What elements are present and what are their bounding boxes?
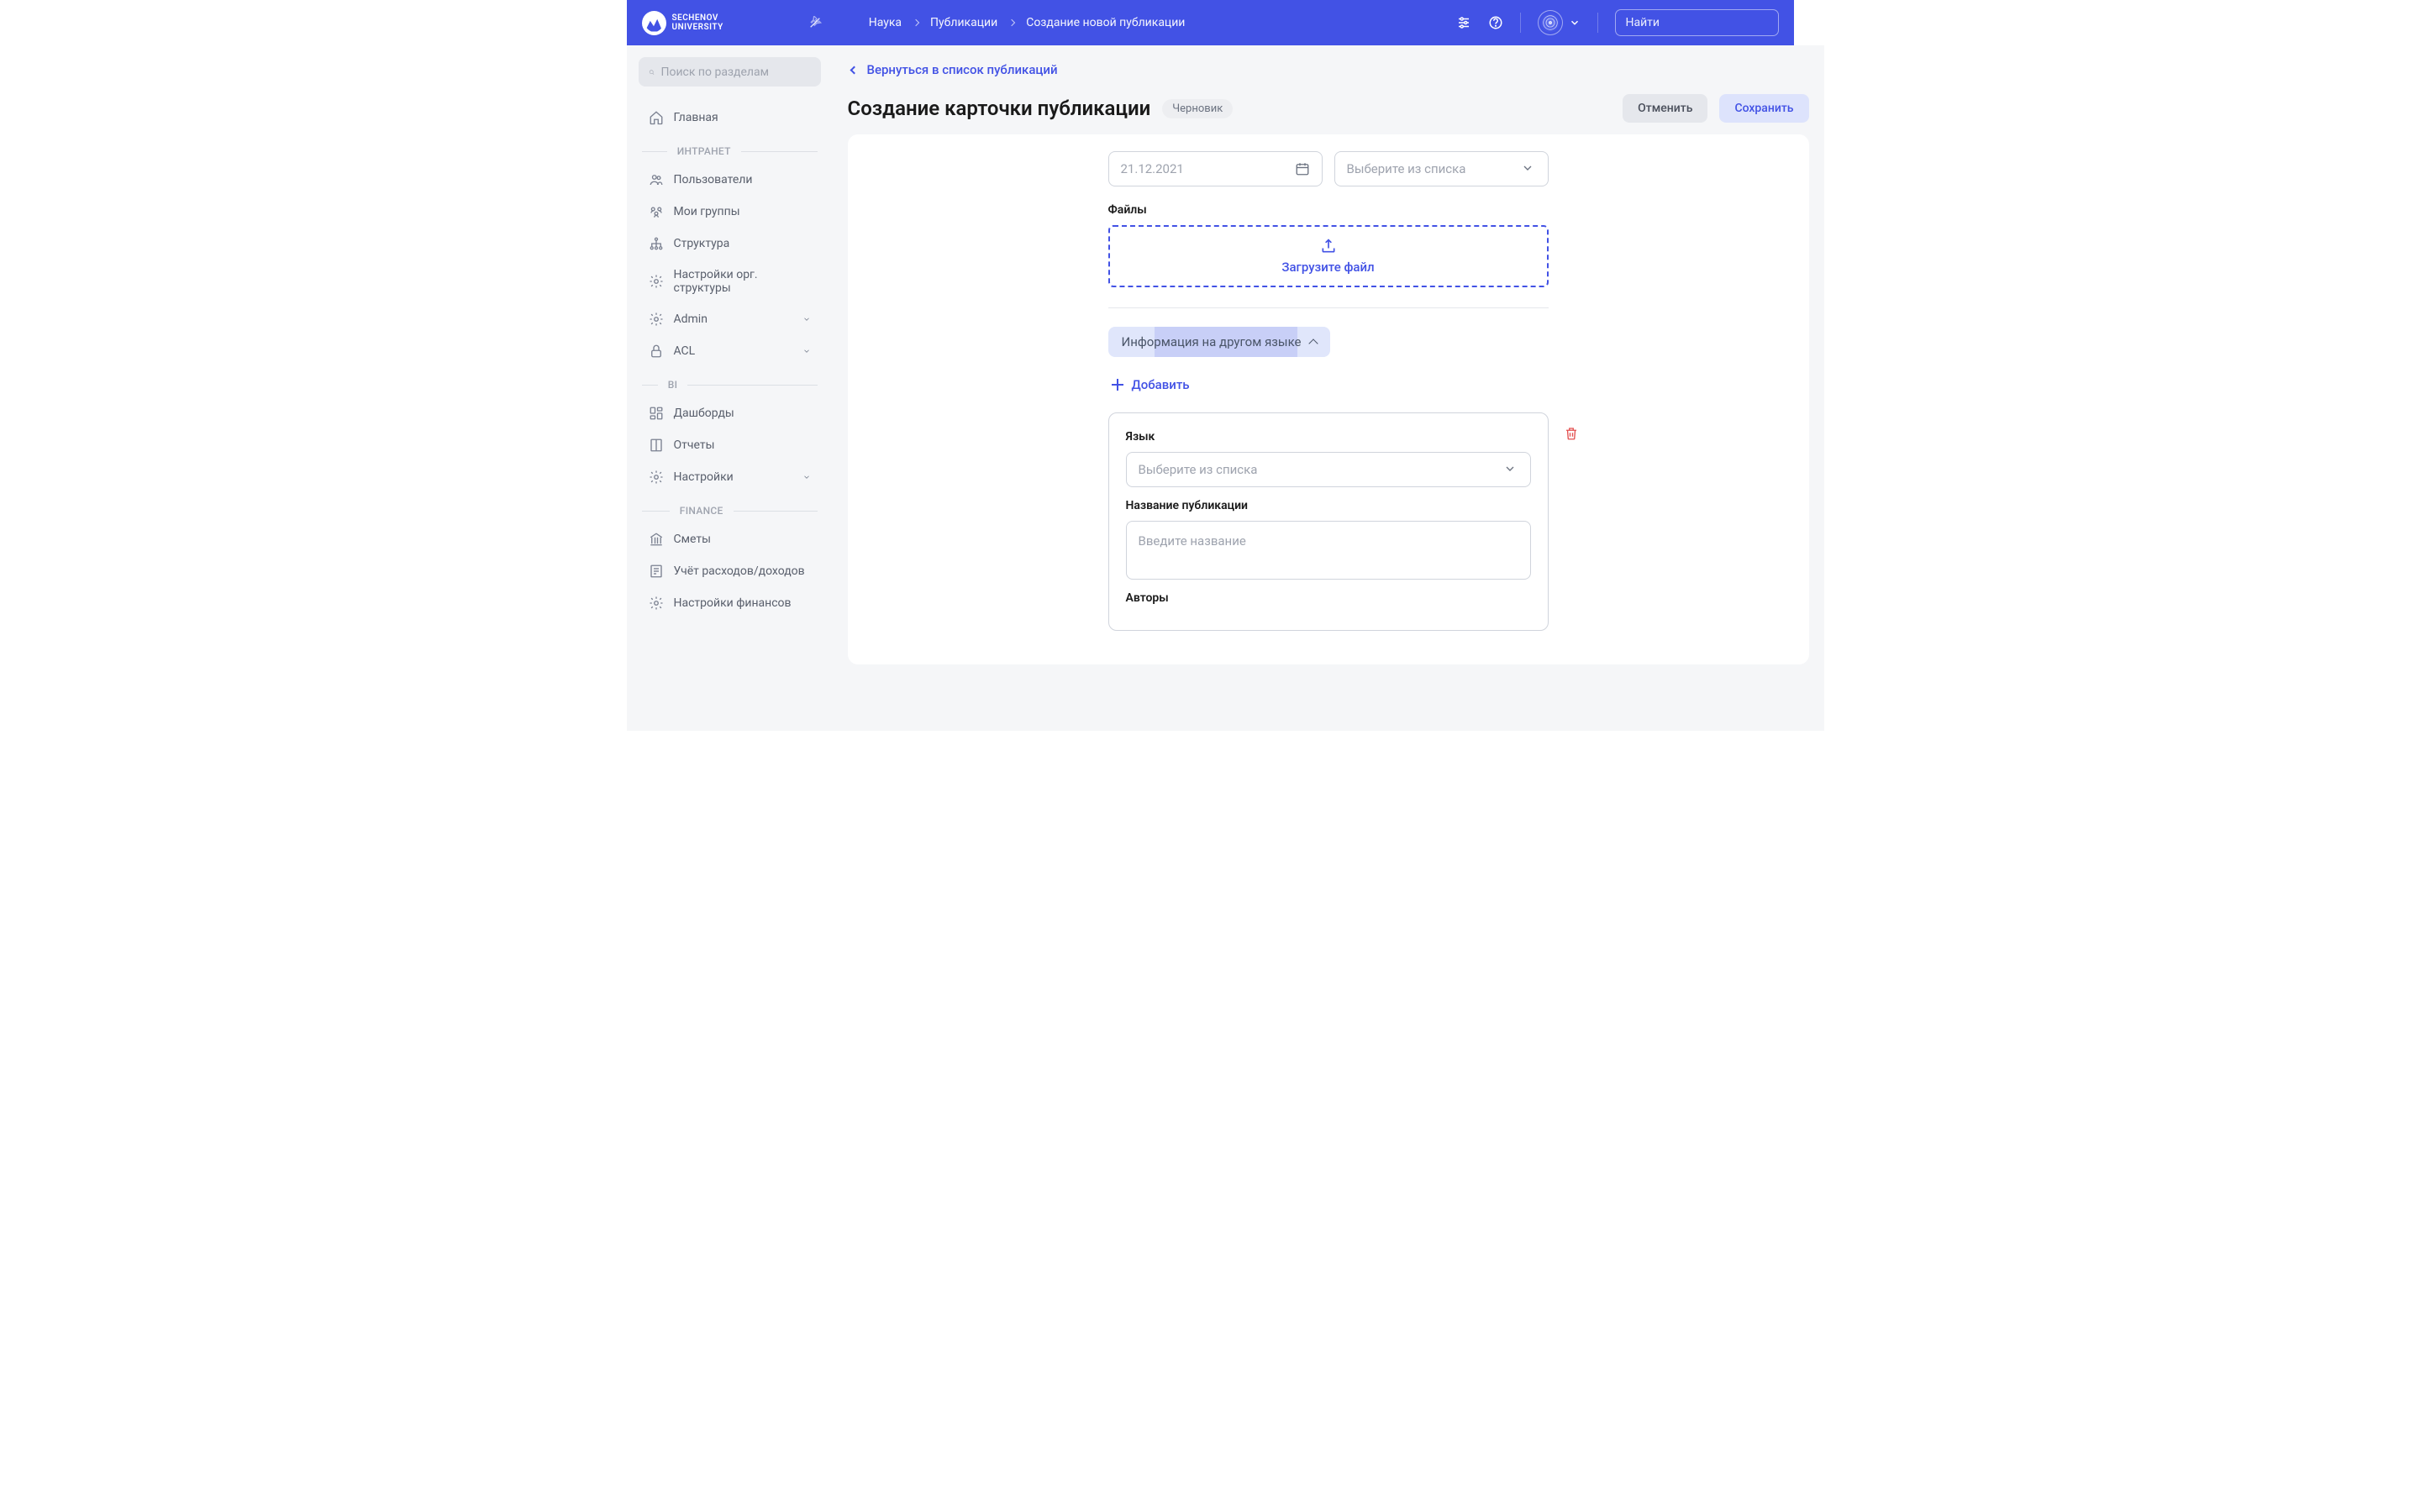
pub-name-label: Название публикации	[1126, 499, 1531, 512]
file-upload-dropzone[interactable]: Загрузите файл	[1108, 225, 1549, 287]
nav-my-groups[interactable]: Мои группы	[639, 196, 821, 228]
delete-card-button[interactable]	[1564, 426, 1579, 441]
avatar-icon	[1538, 10, 1563, 35]
breadcrumb: Наука Публикации Создание новой публикац…	[869, 16, 1186, 29]
pub-name-field[interactable]	[1126, 521, 1531, 580]
nav-expenses[interactable]: Учёт расходов/доходов	[639, 555, 821, 587]
sidebar-search-input[interactable]	[661, 66, 811, 79]
structure-icon	[649, 236, 664, 251]
gear-icon	[649, 596, 664, 611]
divider	[1520, 13, 1521, 33]
dashboard-icon	[649, 406, 664, 421]
sidebar: Главная ИНТРАНЕТ Пользователи Мои группы…	[627, 45, 833, 731]
bank-icon	[649, 532, 664, 547]
upload-icon	[1320, 238, 1337, 255]
pin-icon[interactable]	[808, 15, 823, 30]
pub-name-input[interactable]	[1139, 533, 1518, 564]
divider	[1108, 307, 1549, 308]
group-finance: FINANCE	[639, 505, 821, 517]
chevron-right-icon	[913, 19, 919, 26]
type-select-value	[1347, 161, 1514, 176]
top-header: SECHENOVUNIVERSITY Наука Публикации Созд…	[627, 0, 1794, 45]
reports-icon	[649, 438, 664, 453]
nav-fin-settings[interactable]: Настройки финансов	[639, 587, 821, 619]
global-search[interactable]	[1615, 9, 1779, 36]
gear-icon	[649, 274, 664, 289]
nav-acl[interactable]: ACL	[639, 335, 821, 367]
breadcrumb-current: Создание новой публикации	[1026, 16, 1185, 29]
divider	[1597, 13, 1598, 33]
home-icon	[649, 110, 664, 125]
chevron-down-icon	[802, 473, 811, 481]
groups-icon	[649, 204, 664, 219]
gear-icon	[649, 312, 664, 327]
language-card: Язык Название публикации Авторы	[1108, 412, 1549, 631]
plus-icon	[1112, 379, 1123, 391]
brand-text: SECHENOVUNIVERSITY	[672, 13, 723, 32]
nav-estimates[interactable]: Сметы	[639, 523, 821, 555]
brand-mark-icon	[642, 11, 666, 35]
brand-logo[interactable]: SECHENOVUNIVERSITY	[642, 11, 723, 35]
nav-structure[interactable]: Структура	[639, 228, 821, 260]
chevron-down-icon	[802, 315, 811, 323]
type-select[interactable]	[1334, 151, 1549, 186]
group-intranet: ИНТРАНЕТ	[639, 145, 821, 157]
help-icon[interactable]	[1488, 15, 1503, 30]
sidebar-search[interactable]	[639, 57, 821, 87]
main-content: Вернуться в список публикаций Создание к…	[833, 45, 1824, 731]
add-language-button[interactable]: Добавить	[1108, 374, 1193, 396]
back-to-list-link[interactable]: Вернуться в список публикаций	[848, 59, 1061, 81]
language-select-value	[1139, 462, 1497, 477]
language-select[interactable]	[1126, 452, 1531, 487]
global-search-input[interactable]	[1626, 16, 1776, 29]
nav-bi-settings[interactable]: Настройки	[639, 461, 821, 493]
search-icon	[649, 66, 655, 79]
nav-admin[interactable]: Admin	[639, 303, 821, 335]
nav-home[interactable]: Главная	[639, 102, 821, 134]
chevron-down-icon	[802, 347, 811, 355]
chevron-down-icon	[1569, 17, 1581, 29]
lock-icon	[649, 344, 664, 359]
chevron-down-icon	[1503, 462, 1518, 477]
nav-org-settings[interactable]: Настройки орг. структуры	[639, 260, 821, 303]
authors-label: Авторы	[1126, 591, 1531, 605]
page-title: Создание карточки публикации	[848, 97, 1151, 120]
nav-reports[interactable]: Отчеты	[639, 429, 821, 461]
cancel-button[interactable]: Отменить	[1623, 94, 1707, 123]
lang-field-label: Язык	[1126, 430, 1531, 444]
breadcrumb-science[interactable]: Наука	[869, 16, 902, 29]
user-menu[interactable]	[1538, 10, 1581, 35]
nav-users[interactable]: Пользователи	[639, 164, 821, 196]
group-bi: BI	[639, 379, 821, 391]
users-icon	[649, 172, 664, 187]
files-label: Файлы	[1108, 203, 1549, 217]
gear-icon	[649, 470, 664, 485]
date-field[interactable]	[1108, 151, 1323, 186]
other-lang-expander[interactable]: Информация на другом языке	[1108, 327, 1330, 357]
date-input[interactable]	[1121, 161, 1288, 176]
status-badge: Черновик	[1162, 99, 1233, 118]
calendar-icon[interactable]	[1295, 161, 1310, 176]
ledger-icon	[649, 564, 664, 579]
nav-dashboards[interactable]: Дашборды	[639, 397, 821, 429]
chevron-right-icon	[1008, 19, 1015, 26]
settings-sliders-icon[interactable]	[1456, 15, 1471, 30]
chevron-down-icon	[1521, 161, 1536, 176]
save-button[interactable]: Сохранить	[1719, 94, 1808, 123]
chevron-left-icon	[850, 66, 858, 74]
breadcrumb-publications[interactable]: Публикации	[930, 16, 997, 29]
chevron-up-icon	[1308, 339, 1318, 348]
